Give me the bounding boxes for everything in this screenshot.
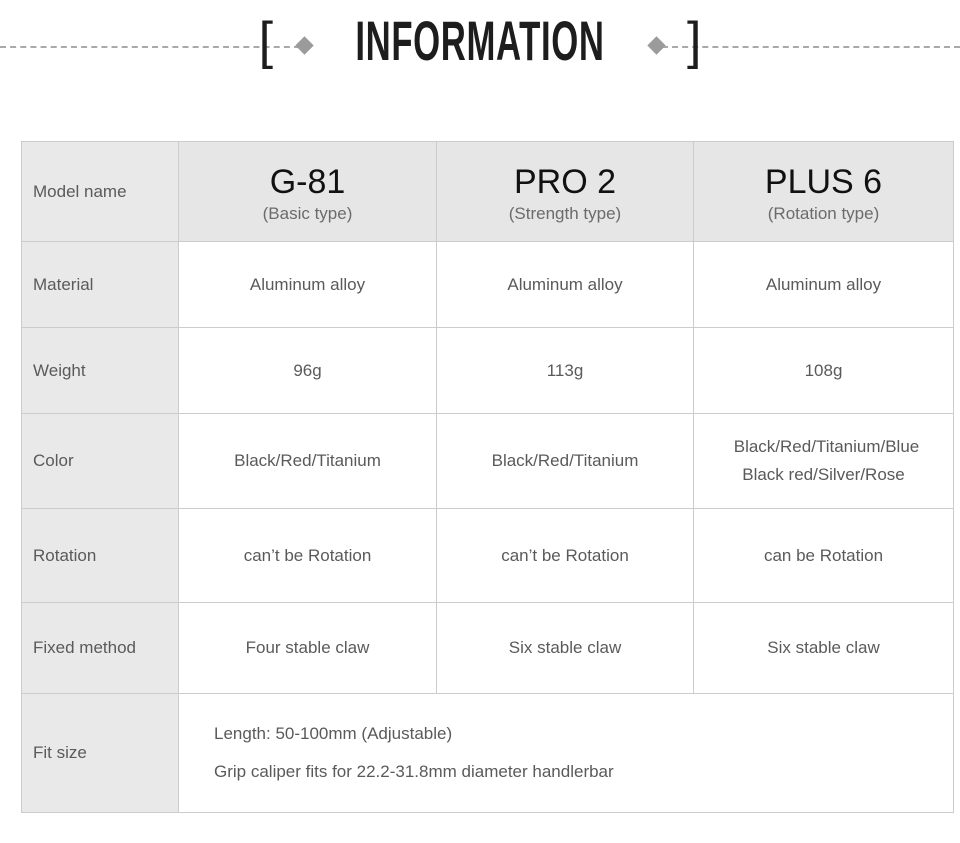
cell-rotation-1: can’t be Rotation <box>178 508 437 603</box>
model-type-1: (Basic type) <box>262 203 353 223</box>
model-name-1: G-81 <box>269 162 346 201</box>
cell-weight-2: 113g <box>436 327 694 414</box>
row-label-model-name: Model name <box>21 141 179 242</box>
cell-color-2: Black/Red/Titanium <box>436 413 694 509</box>
table-header-row: Model name G-81 (Basic type) PRO 2 (Stre… <box>21 141 954 242</box>
cell-fixed-method-1: Four stable claw <box>178 602 437 694</box>
fit-size-line-2: Grip caliper fits for 22.2-31.8mm diamet… <box>214 762 614 781</box>
row-label-fixed-method: Fixed method <box>21 602 179 694</box>
table-row: Weight 96g 113g 108g <box>21 327 954 414</box>
page-title: [ INFORMATION] <box>0 6 960 78</box>
color-value-multiline: Black/Red/Titanium/Blue Black red/Silver… <box>694 433 953 489</box>
cell-material-1: Aluminum alloy <box>178 241 437 328</box>
table-header-cell-model-3: PLUS 6 (Rotation type) <box>693 141 954 242</box>
cell-fixed-method-2: Six stable claw <box>436 602 694 694</box>
cell-weight-1: 96g <box>178 327 437 414</box>
cell-material-3: Aluminum alloy <box>693 241 954 328</box>
table-row: Color Black/Red/Titanium Black/Red/Titan… <box>21 413 954 509</box>
table-header-cell-model-1: G-81 (Basic type) <box>178 141 437 242</box>
page-banner: [ INFORMATION] <box>0 0 960 100</box>
cell-rotation-2: can’t be Rotation <box>436 508 694 603</box>
fit-size-line-1: Length: 50-100mm (Adjustable) <box>214 724 453 743</box>
model-name-2: PRO 2 <box>513 162 617 201</box>
cell-color-3: Black/Red/Titanium/Blue Black red/Silver… <box>693 413 954 509</box>
cell-material-2: Aluminum alloy <box>436 241 694 328</box>
table-row: Material Aluminum alloy Aluminum alloy A… <box>21 241 954 328</box>
row-label-material: Material <box>21 241 179 328</box>
cell-weight-3: 108g <box>693 327 954 414</box>
row-label-weight: Weight <box>21 327 179 414</box>
color-line-1: Black/Red/Titanium/Blue <box>733 437 920 456</box>
table-header-cell-model-2: PRO 2 (Strength type) <box>436 141 694 242</box>
color-line-2: Black red/Silver/Rose <box>742 465 905 484</box>
cell-color-1: Black/Red/Titanium <box>178 413 437 509</box>
model-name-3: PLUS 6 <box>764 162 883 201</box>
specification-table: Model name G-81 (Basic type) PRO 2 (Stre… <box>21 141 954 813</box>
bracket-left: [ <box>258 12 274 70</box>
page-title-text: INFORMATION <box>355 9 605 72</box>
row-label-rotation: Rotation <box>21 508 179 603</box>
table-row: Rotation can’t be Rotation can’t be Rota… <box>21 508 954 603</box>
row-label-color: Color <box>21 413 179 509</box>
bracket-right: ] <box>686 12 702 70</box>
cell-rotation-3: can be Rotation <box>693 508 954 603</box>
cell-fixed-method-3: Six stable claw <box>693 602 954 694</box>
model-type-3: (Rotation type) <box>767 203 880 223</box>
cell-fit-size: Length: 50-100mm (Adjustable) Grip calip… <box>178 693 954 813</box>
model-type-2: (Strength type) <box>508 203 622 223</box>
table-row: Fit size Length: 50-100mm (Adjustable) G… <box>21 693 954 813</box>
row-label-fit-size: Fit size <box>21 693 179 813</box>
table-row: Fixed method Four stable claw Six stable… <box>21 602 954 694</box>
